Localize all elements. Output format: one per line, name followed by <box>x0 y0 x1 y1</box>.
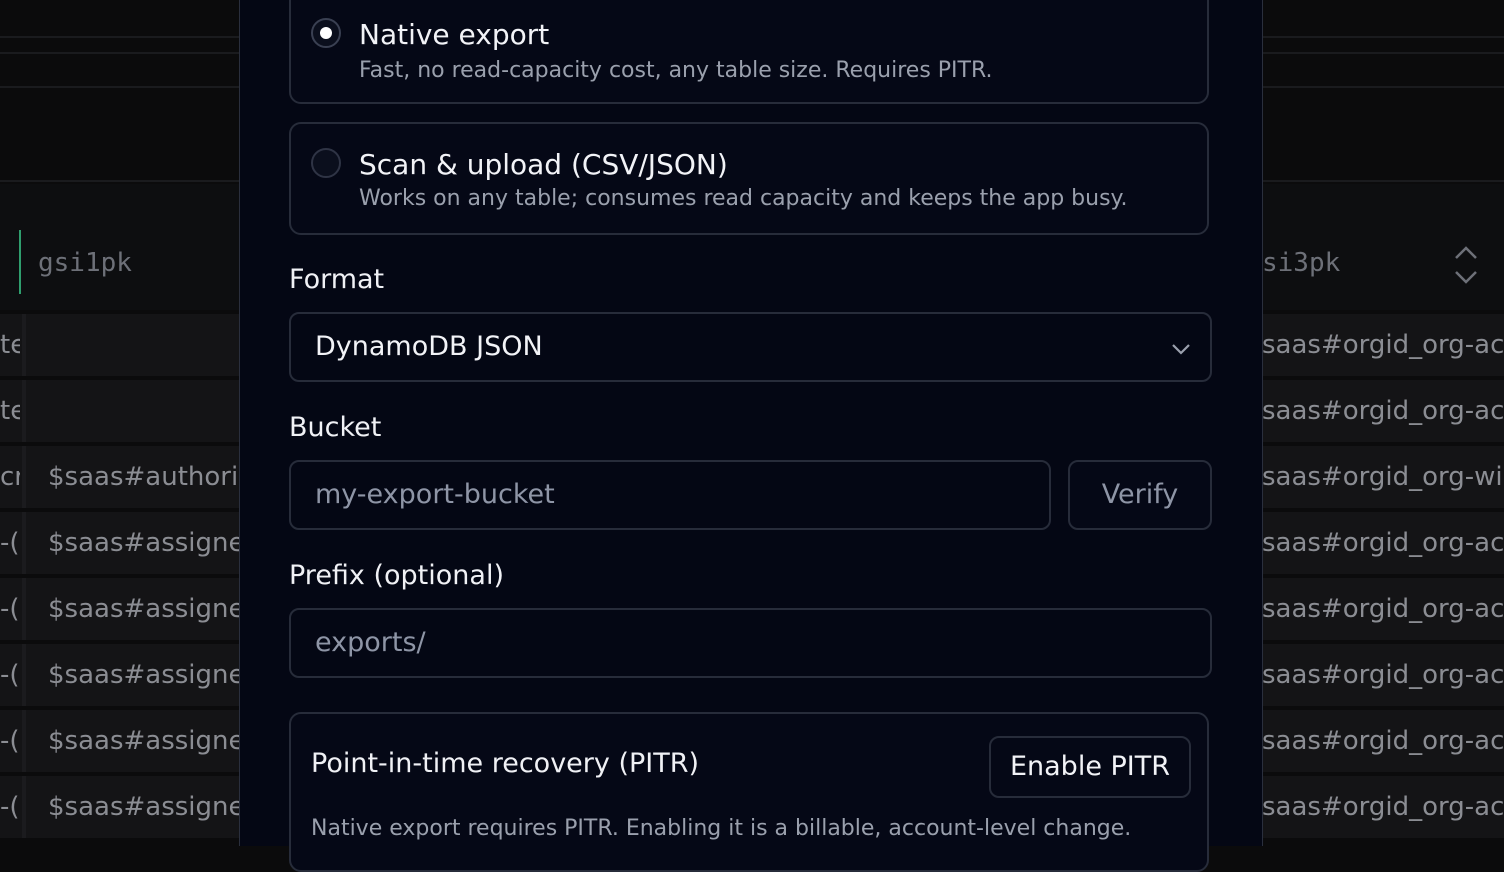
export-dialog: Native export Fast, no read-capacity cos… <box>239 0 1263 872</box>
cell-separator <box>22 578 26 640</box>
bucket-label: Bucket <box>289 412 382 443</box>
table-cell: $saas#assignee <box>48 660 240 690</box>
column-header-gsi1pk[interactable]: gsi1pk <box>38 248 132 278</box>
sort-icon[interactable] <box>1452 244 1480 286</box>
table-cell <box>48 380 240 442</box>
prefix-input[interactable]: exports/ <box>289 608 1212 678</box>
cell-separator <box>22 380 26 442</box>
option-title: Native export <box>359 18 550 51</box>
option-description: Fast, no read-capacity cost, any table s… <box>359 58 993 83</box>
table-cell: saas#orgid_org-acr <box>1262 726 1504 756</box>
verify-button[interactable]: Verify <box>1068 460 1212 530</box>
cell-separator <box>22 710 26 772</box>
pitr-description: Native export requires PITR. Enabling it… <box>311 816 1132 841</box>
table-cell <box>48 314 240 376</box>
table-cell: -( <box>0 528 20 558</box>
table-cell: -( <box>0 726 20 756</box>
table-cell: saas#orgid_org-wid <box>1262 462 1504 492</box>
table-cell: $saas#assignee <box>48 792 240 822</box>
scan-upload-radio[interactable] <box>311 148 341 178</box>
pitr-title: Point-in-time recovery (PITR) <box>311 748 700 779</box>
option-native-export[interactable]: Native export Fast, no read-capacity cos… <box>289 0 1209 104</box>
table-cell: $saas#assignee <box>48 594 240 624</box>
table-cell: saas#orgid_org-acr <box>1262 594 1504 624</box>
cell-separator <box>22 644 26 706</box>
table-cell: cr <box>0 462 20 492</box>
cell-separator <box>22 314 26 376</box>
option-description: Works on any table; consumes read capaci… <box>359 186 1128 211</box>
table-cell: -( <box>0 792 20 822</box>
table-cell: saas#orgid_org-acr <box>1262 396 1504 426</box>
prefix-label: Prefix (optional) <box>289 560 504 591</box>
cell-separator <box>22 512 26 574</box>
table-cell: te <box>0 330 20 360</box>
bucket-input[interactable]: my-export-bucket <box>289 460 1051 530</box>
column-header-gsi3pk[interactable]: si3pk <box>1262 248 1340 278</box>
option-title: Scan & upload (CSV/JSON) <box>359 148 728 181</box>
table-cell: $saas#assignee <box>48 726 240 756</box>
table-cell: $saas#authorid <box>48 462 240 492</box>
table-cell: saas#orgid_org-acr <box>1262 660 1504 690</box>
format-select[interactable]: DynamoDB JSON <box>289 312 1212 382</box>
table-cell: $saas#assignee <box>48 528 240 558</box>
native-export-radio[interactable] <box>311 18 341 48</box>
format-label: Format <box>289 264 385 295</box>
table-cell: saas#orgid_org-acr <box>1262 330 1504 360</box>
table-cell: -( <box>0 660 20 690</box>
format-select-value: DynamoDB JSON <box>315 331 543 362</box>
enable-pitr-button[interactable]: Enable PITR <box>989 736 1191 798</box>
chevron-down-icon <box>1172 344 1190 355</box>
cell-separator <box>22 776 26 838</box>
option-scan-upload[interactable]: Scan & upload (CSV/JSON) Works on any ta… <box>289 122 1209 235</box>
pitr-panel: Point-in-time recovery (PITR) Enable PIT… <box>289 712 1209 872</box>
table-cell: -( <box>0 594 20 624</box>
table-cell: te <box>0 396 20 426</box>
cell-separator <box>22 446 26 508</box>
column-resize-handle[interactable] <box>19 230 21 294</box>
table-cell: saas#orgid_org-acr <box>1262 528 1504 558</box>
table-cell: saas#orgid_org-acr <box>1262 792 1504 822</box>
